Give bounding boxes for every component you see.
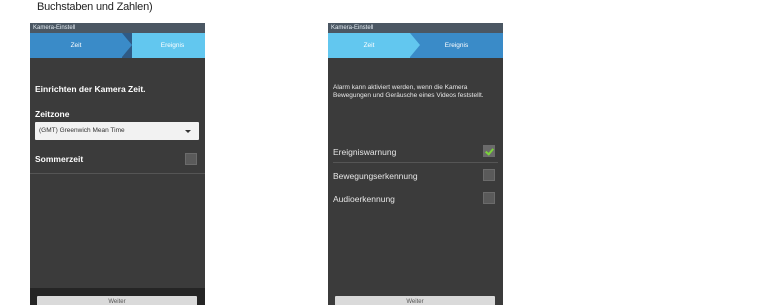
divider bbox=[333, 162, 498, 163]
option-event-alert-label: Ereigniswarnung bbox=[333, 147, 397, 157]
event-alert-checkbox[interactable] bbox=[483, 145, 495, 157]
caret-down-icon bbox=[185, 130, 191, 133]
status-bar-title: Kamera-Einstell bbox=[328, 23, 503, 33]
dst-label: Sommerzeit bbox=[35, 154, 84, 164]
step-ereignis[interactable]: Ereignis bbox=[132, 33, 205, 58]
next-button[interactable]: Weiter bbox=[37, 296, 197, 305]
dst-checkbox[interactable] bbox=[185, 153, 197, 165]
step-zeit[interactable]: Zeit bbox=[328, 33, 410, 58]
timezone-dropdown[interactable]: (GMT) Greenwich Mean Time bbox=[35, 122, 199, 140]
step-zeit[interactable]: Zeit bbox=[30, 33, 122, 58]
next-button[interactable]: Weiter bbox=[335, 296, 495, 305]
option-audio-detection-label: Audioerkennung bbox=[333, 194, 395, 204]
checkmark-icon bbox=[485, 146, 494, 156]
camera-time-setup-screen: Kamera-Einstell Ereignis Zeit Einrichten… bbox=[30, 23, 205, 305]
timezone-value: (GMT) Greenwich Mean Time bbox=[39, 127, 125, 134]
caption-text: Buchstaben und Zahlen) bbox=[37, 1, 153, 13]
camera-event-setup-screen: Kamera-Einstell Ereignis Zeit Alarm kann… bbox=[328, 23, 503, 305]
timezone-label: Zeitzone bbox=[35, 109, 70, 119]
section-heading: Einrichten der Kamera Zeit. bbox=[35, 84, 146, 94]
step-arrow bbox=[122, 33, 132, 57]
step-indicator: Ereignis Zeit bbox=[30, 33, 205, 58]
step-indicator: Ereignis Zeit bbox=[328, 33, 503, 58]
motion-detection-checkbox[interactable] bbox=[483, 169, 495, 181]
audio-detection-checkbox[interactable] bbox=[483, 192, 495, 204]
step-arrow bbox=[410, 33, 420, 57]
divider bbox=[30, 173, 205, 174]
step-ereignis[interactable]: Ereignis bbox=[410, 33, 503, 58]
event-description: Alarm kann aktiviert werden, wenn die Ka… bbox=[333, 84, 484, 99]
status-bar-title: Kamera-Einstell bbox=[30, 23, 205, 33]
option-motion-detection-label: Bewegungserkennung bbox=[333, 171, 418, 181]
